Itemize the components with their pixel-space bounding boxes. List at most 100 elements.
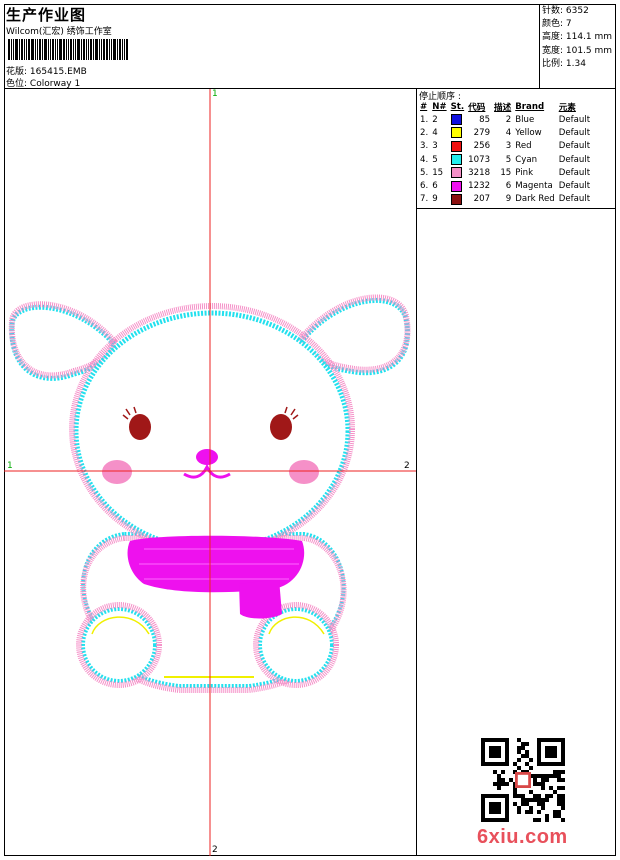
design-width: 宽度: 101.5 mm: [542, 45, 613, 56]
row-stitches: 3218: [468, 167, 491, 178]
row-description: Blue: [515, 114, 535, 125]
barcode-bar: [50, 39, 51, 60]
qr-module: [561, 770, 565, 774]
color-count: 颜色: 7: [542, 19, 572, 30]
row-stitches: 207: [473, 194, 491, 205]
qr-module: [561, 818, 565, 822]
qr-module: [517, 810, 521, 814]
barcode-bar: [68, 39, 69, 60]
axis-label-right: 2: [404, 461, 410, 471]
barcode-bar: [70, 39, 72, 60]
row-description: Yellow: [515, 127, 542, 138]
barcode-bar: [77, 39, 80, 60]
row-swatch: [449, 153, 467, 166]
stitch-count: 针数: 6352: [542, 6, 589, 16]
barcode-bar: [57, 39, 58, 60]
row-swatch: [449, 140, 467, 153]
right-eye: [270, 414, 292, 440]
studio-name: Wilcom(汇宏) 绣饰工作室: [6, 27, 112, 37]
qr-module: [513, 790, 517, 794]
row-description: Cyan: [515, 154, 538, 165]
row-index: 6.: [420, 181, 429, 192]
barcode-bar: [93, 39, 94, 60]
qr-module: [537, 794, 541, 798]
row-swatch: [449, 126, 467, 139]
sequence-row: 3. 3 256 3 Red Default: [418, 140, 592, 153]
row-code: 9: [505, 194, 512, 205]
stats-panel: 针数: 6352 颜色: 7 高度: 114.1 mm 宽度: 101.5 mm…: [540, 4, 616, 89]
qr-module: [553, 770, 557, 774]
color-swatch: [450, 180, 462, 192]
barcode-bar: [48, 39, 49, 60]
row-index: 2.: [420, 127, 429, 138]
row-index: 7.: [420, 194, 429, 205]
col-element: 元素: [558, 103, 576, 113]
row-code: 2: [505, 114, 512, 125]
qr-module: [537, 798, 541, 802]
qr-code[interactable]: [481, 738, 565, 822]
qr-module: [517, 738, 521, 742]
qr-module: [517, 750, 521, 754]
barcode-bar: [101, 39, 102, 60]
axis-label-bottom: 2: [212, 845, 218, 855]
qr-module: [553, 790, 557, 794]
barcode-bar: [86, 39, 87, 60]
qr-module: [521, 802, 525, 806]
bunny-design: [4, 89, 416, 856]
qr-module: [497, 782, 501, 786]
color-swatch: [450, 167, 462, 179]
left-eye: [129, 414, 151, 440]
barcode-bar: [117, 39, 118, 60]
stop-sequence-panel: 停止顺序 : # N# St. 代码 描述 Brand 元素 1. 2 85 2 Blu…: [417, 89, 616, 856]
qr-module: [533, 782, 537, 786]
barcode-bar: [95, 39, 98, 60]
barcode-bar: [122, 39, 123, 60]
qr-module: [549, 794, 553, 798]
color-swatch: [450, 127, 462, 139]
qr-module: [545, 818, 549, 822]
qr-module: [541, 774, 545, 778]
row-brand: Default: [558, 167, 591, 178]
color-swatch: [450, 154, 462, 166]
qr-module: [533, 798, 537, 802]
qr-module: [493, 770, 497, 774]
row-needle: 6: [432, 181, 438, 192]
row-index: 3.: [420, 141, 429, 152]
qr-module: [521, 794, 525, 798]
qr-module: [533, 794, 537, 798]
qr-module: [549, 786, 553, 790]
qr-module: [545, 798, 549, 802]
qr-module: [525, 742, 529, 746]
barcode-bar: [55, 39, 56, 60]
qr-module: [513, 762, 517, 766]
qr-module: [537, 818, 541, 822]
qr-module: [501, 770, 505, 774]
color-swatch: [450, 193, 462, 205]
qr-module: [525, 798, 529, 802]
qr-module: [561, 778, 565, 782]
qr-module: [517, 758, 521, 762]
design-canvas[interactable]: 1 2 1 2: [4, 89, 417, 856]
barcode-bar: [8, 39, 10, 60]
qr-module: [541, 778, 545, 782]
qr-module: [561, 786, 565, 790]
row-brand: Default: [558, 194, 591, 205]
col-needle: N#: [432, 102, 447, 112]
colorway-info: 色位: Colorway 1: [6, 76, 80, 89]
qr-module: [517, 766, 521, 770]
row-brand: Default: [558, 141, 591, 152]
barcode-bar: [44, 39, 47, 60]
col-index: #: [420, 102, 428, 112]
qr-module: [509, 778, 513, 782]
qr-module: [553, 810, 557, 814]
qr-module: [521, 746, 525, 750]
qr-module: [537, 802, 541, 806]
qr-module: [533, 774, 537, 778]
qr-module: [525, 810, 529, 814]
barcode-bar: [66, 39, 67, 60]
row-brand: Default: [558, 127, 591, 138]
axis-label-left: 1: [7, 461, 13, 471]
sequence-row: 5. 15 3218 15 Pink Default: [418, 166, 592, 179]
qr-module: [561, 806, 565, 810]
qr-module: [501, 782, 505, 786]
